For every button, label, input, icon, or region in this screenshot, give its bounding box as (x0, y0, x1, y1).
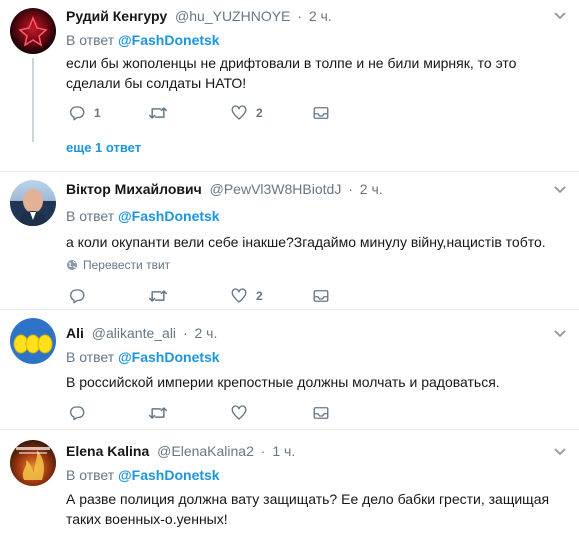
tweet-header: Віктор Михайлович @PewVl3W8HBiotdJ · 2 ч… (66, 180, 383, 198)
separator-dot: · (182, 325, 188, 341)
avatar-person-icon (18, 189, 48, 226)
avatar[interactable] (10, 440, 56, 486)
globe-icon (67, 260, 77, 270)
reply-prefix: В ответ (66, 208, 115, 224)
reply-mention-link[interactable]: @FashDonetsk (118, 467, 220, 483)
tweet-header: Ali @alikante_ali · 2 ч. (66, 324, 217, 342)
tweet-header: Рудий Кенгуру @hu_YUZHNOYE · 2 ч. (66, 7, 332, 25)
tweet-text: А разве полиция должна вату защищать? Ее… (66, 491, 550, 527)
reply-icon (70, 406, 85, 421)
reply-icon (70, 289, 85, 304)
retweet-button[interactable] (148, 287, 176, 305)
tweet-1[interactable]: Рудий Кенгуру @hu_YUZHNOYE · 2 ч. В отве… (0, 0, 579, 172)
reply-context: В ответ @FashDonetsk (66, 348, 220, 366)
like-count: 2 (256, 289, 263, 303)
caret-down-icon[interactable] (553, 182, 567, 196)
action-bar: 1 2 (66, 104, 366, 124)
avatar-fire-icon (16, 447, 50, 480)
dm-button[interactable] (312, 104, 330, 122)
reply-prefix: В ответ (66, 467, 115, 483)
retweet-icon (148, 407, 168, 419)
author-handle[interactable]: @PewVl3W8HBiotdJ (210, 181, 342, 197)
separator-dot: · (348, 181, 353, 197)
author-name[interactable]: Elena Kalina (66, 443, 149, 459)
avatar[interactable] (10, 180, 56, 226)
reply-context: В ответ @FashDonetsk (66, 31, 220, 49)
translate-label: Перевести твит (83, 258, 171, 272)
tweet-3[interactable]: Ali @alikante_ali · 2 ч. В ответ @FashDo… (0, 310, 579, 430)
thread-line (32, 58, 34, 142)
reply-mention-link[interactable]: @FashDonetsk (118, 349, 220, 365)
avatar[interactable] (10, 318, 56, 364)
tweet-4[interactable]: Elena Kalina @ElenaKalina2 · 1 ч. В отве… (0, 430, 579, 536)
separator-dot: · (260, 443, 266, 459)
tweet-text: В российской империи крепостные должны м… (66, 374, 500, 390)
retweet-icon (148, 290, 168, 302)
dm-icon (313, 407, 329, 419)
like-count: 2 (256, 106, 263, 120)
tweet-text: а коли окупанти вели себе інакше?Згадайм… (66, 234, 546, 250)
reply-button[interactable]: 1 (68, 104, 101, 122)
reply-button[interactable] (68, 287, 94, 305)
author-name[interactable]: Ali (66, 325, 84, 341)
retweet-icon (148, 107, 168, 119)
reply-context: В ответ @FashDonetsk (66, 466, 220, 484)
reply-count: 1 (94, 106, 101, 120)
timestamp[interactable]: 2 ч. (195, 325, 218, 341)
timestamp[interactable]: 2 ч. (309, 8, 332, 24)
dm-icon (313, 290, 329, 302)
reply-prefix: В ответ (66, 32, 115, 48)
reply-icon (70, 106, 85, 121)
like-button[interactable]: 2 (230, 287, 263, 305)
action-bar (66, 404, 366, 424)
reply-button[interactable] (68, 404, 94, 422)
avatar-lemons-icon (13, 334, 53, 354)
author-handle[interactable]: @alikante_ali (92, 325, 176, 341)
reply-prefix: В ответ (66, 349, 115, 365)
timestamp[interactable]: 1 ч. (272, 443, 295, 459)
author-name[interactable]: Рудий Кенгуру (66, 8, 167, 24)
caret-down-icon[interactable] (553, 8, 567, 22)
caret-down-icon[interactable] (553, 326, 567, 340)
retweet-button[interactable] (148, 104, 176, 122)
retweet-button[interactable] (148, 404, 176, 422)
author-name[interactable]: Віктор Михайлович (66, 181, 202, 197)
reply-mention-link[interactable]: @FashDonetsk (118, 208, 220, 224)
like-icon (231, 105, 247, 120)
reply-mention-link[interactable]: @FashDonetsk (118, 32, 220, 48)
dm-icon (313, 107, 329, 119)
tweet-header: Elena Kalina @ElenaKalina2 · 1 ч. (66, 442, 295, 460)
like-button[interactable]: 2 (230, 104, 263, 122)
like-icon (231, 405, 247, 420)
dm-button[interactable] (312, 287, 330, 305)
tweet-2[interactable]: Віктор Михайлович @PewVl3W8HBiotdJ · 2 ч… (0, 172, 579, 310)
avatar-emblem-icon (18, 15, 48, 47)
action-bar: 2 (66, 287, 366, 307)
dm-button[interactable] (312, 404, 330, 422)
like-button[interactable] (230, 404, 256, 422)
caret-down-icon[interactable] (553, 444, 567, 458)
author-handle[interactable]: @ElenaKalina2 (157, 443, 254, 459)
separator-dot: · (297, 8, 302, 24)
tweet-text: если бы жополенцы не дрифтовали в толпе … (66, 55, 517, 91)
show-more-replies-link[interactable]: еще 1 ответ (66, 140, 141, 155)
avatar[interactable] (10, 8, 56, 54)
like-icon (231, 288, 247, 303)
timestamp[interactable]: 2 ч. (360, 181, 383, 197)
reply-context: В ответ @FashDonetsk (66, 207, 220, 225)
translate-tweet-link[interactable]: Перевести твит (66, 258, 170, 272)
author-handle[interactable]: @hu_YUZHNOYE (175, 8, 290, 24)
